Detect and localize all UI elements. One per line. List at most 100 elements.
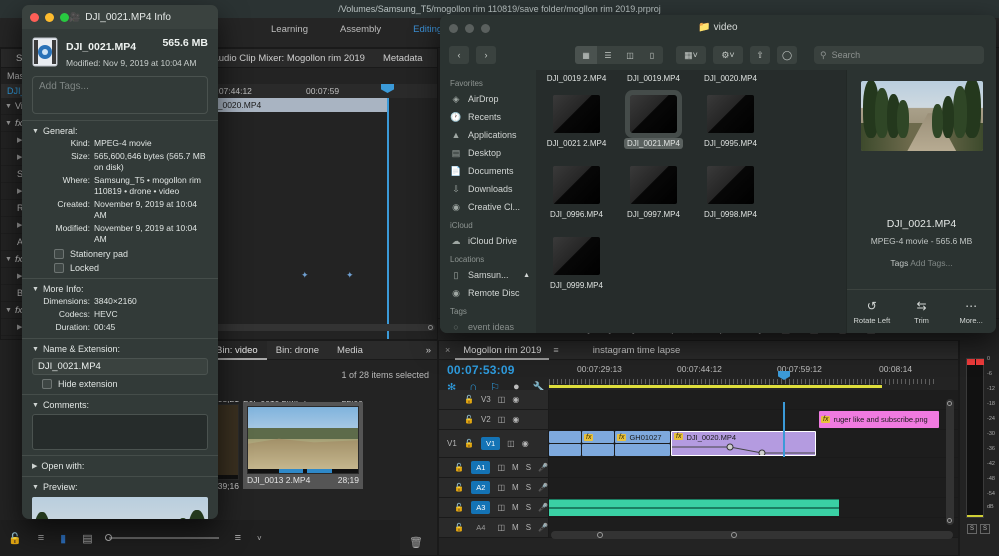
microphone-icon[interactable]: 🎤 bbox=[538, 503, 548, 512]
sync-lock-icon[interactable]: ◫ bbox=[497, 523, 505, 532]
file-thumbnail[interactable] bbox=[553, 95, 600, 133]
file-item[interactable]: DJI_0999.MP4 bbox=[538, 237, 615, 293]
disclosure-triangle-icon[interactable]: ▼ bbox=[32, 484, 39, 491]
sidebar-item-downloads[interactable]: ⇩Downloads bbox=[440, 180, 536, 198]
sidebar-item-documents[interactable]: 📄Documents bbox=[440, 162, 536, 180]
sidebar-item-event-ideas[interactable]: ○event ideas bbox=[440, 318, 536, 333]
file-thumbnail[interactable] bbox=[707, 166, 754, 204]
list-view-button[interactable]: ☰ bbox=[597, 46, 619, 64]
work-area-bar[interactable] bbox=[549, 385, 882, 388]
file-thumbnail[interactable] bbox=[553, 237, 600, 275]
info-comments-header[interactable]: ▼ Comments: bbox=[32, 400, 208, 410]
timeline-ruler[interactable]: 00:07:29:13 00:07:44:12 00:07:59:12 00:0… bbox=[549, 362, 911, 390]
lock-icon[interactable]: 🔓 bbox=[454, 463, 464, 472]
eye-icon[interactable]: ◉ bbox=[522, 439, 529, 448]
gallery-view-button[interactable]: ▯ bbox=[641, 46, 663, 64]
trim-button[interactable]: ⇆ Trim bbox=[897, 290, 947, 333]
lock-icon[interactable]: 🔓 bbox=[464, 439, 474, 448]
timeline-clip-audio-part[interactable] bbox=[582, 444, 614, 456]
timeline-playhead-timecode[interactable]: 00:07:53:09 bbox=[447, 363, 515, 377]
timeline-playhead[interactable] bbox=[783, 402, 785, 457]
timeline-clip[interactable] bbox=[549, 431, 581, 443]
microphone-icon[interactable]: 🎤 bbox=[538, 523, 548, 532]
sidebar-item-samsung[interactable]: ▯Samsun...▲ bbox=[440, 266, 536, 284]
track-target-toggle[interactable]: A2 bbox=[471, 481, 490, 494]
info-name-ext-header[interactable]: ▼ Name & Extension: bbox=[32, 344, 208, 354]
meter-solo-left[interactable]: S bbox=[967, 524, 977, 534]
sidebar-item-airdrop[interactable]: ◈AirDrop bbox=[440, 90, 536, 108]
chevron-down-icon[interactable]: ˅ bbox=[257, 534, 262, 543]
window-controls[interactable] bbox=[449, 24, 490, 33]
meter-solo-right[interactable]: S bbox=[980, 524, 990, 534]
mute-button[interactable]: M bbox=[512, 463, 519, 472]
view-mode-segmented[interactable]: ▦ ☰ ◫ ▯ bbox=[575, 46, 663, 64]
audio-meter-bars[interactable] bbox=[966, 358, 984, 518]
track-a2-body[interactable] bbox=[549, 478, 958, 497]
ec-horizontal-scrollbar[interactable] bbox=[203, 324, 435, 331]
sidebar-item-remote-disc[interactable]: ◉Remote Disc bbox=[440, 284, 536, 302]
track-v1[interactable]: V1 🔓 V1 ◫ ◉ fx fx GH01027 bbox=[439, 430, 958, 458]
workspace-assembly[interactable]: Assembly bbox=[324, 24, 397, 35]
info-more-info-header[interactable]: ▼ More Info: bbox=[32, 284, 208, 294]
bin-grid[interactable]: DJI_0009.MP4 1;08;21 DJI_0012.MP4 39;16 bbox=[201, 401, 437, 521]
tab-sequence-instagram[interactable]: instagram time lapse bbox=[585, 341, 689, 360]
back-button[interactable]: ‹ bbox=[449, 46, 469, 64]
file-item[interactable]: DJI_0997.MP4 bbox=[615, 166, 692, 222]
mute-button[interactable]: M bbox=[512, 523, 519, 532]
thumbnail-icon[interactable]: ▮ bbox=[60, 532, 66, 545]
file-thumbnail[interactable] bbox=[553, 166, 600, 204]
sidebar-item-recents[interactable]: 🕐Recents bbox=[440, 108, 536, 126]
rotate-left-button[interactable]: ↺ Rotate Left bbox=[847, 290, 897, 333]
sidebar-item-applications[interactable]: ▲Applications bbox=[440, 126, 536, 144]
lock-icon[interactable]: 🔓 bbox=[454, 483, 464, 492]
track-a2[interactable]: 🔓 A2 ◫ M S 🎤 bbox=[439, 478, 958, 498]
effect-controls-timecode-ruler[interactable]: 00:07:44:12 00:07:59 bbox=[201, 84, 437, 98]
eye-icon[interactable]: ◉ bbox=[512, 395, 519, 404]
track-a1[interactable]: 🔓 A1 ◫ M S 🎤 bbox=[439, 458, 958, 478]
file-item[interactable]: DJI_0995.MP4 bbox=[692, 95, 769, 151]
sidebar-item-icloud-drive[interactable]: ☁iCloud Drive bbox=[440, 232, 536, 250]
window-controls[interactable] bbox=[30, 13, 69, 22]
sort-icon[interactable]: ≡ bbox=[235, 532, 241, 544]
microphone-icon[interactable]: 🎤 bbox=[538, 483, 548, 492]
microphone-icon[interactable]: 🎤 bbox=[538, 463, 548, 472]
workspace-learning[interactable]: Learning bbox=[255, 24, 324, 35]
sync-lock-icon[interactable]: ◫ bbox=[498, 415, 506, 424]
file-item[interactable]: DJI_0020.MP4 bbox=[692, 70, 769, 86]
bin-item-thumbnail[interactable] bbox=[247, 406, 359, 474]
eye-icon[interactable]: ◉ bbox=[512, 415, 519, 424]
solo-button[interactable]: S bbox=[526, 483, 531, 492]
info-preview-header[interactable]: ▼ Preview: bbox=[32, 482, 208, 492]
info-section-open-with[interactable]: ▶ Open with: bbox=[22, 455, 218, 476]
lock-icon[interactable]: 🔓 bbox=[464, 395, 474, 404]
forward-button[interactable]: › bbox=[476, 46, 496, 64]
track-v2-body[interactable]: fx ruger like and subscribe.png bbox=[549, 410, 958, 429]
timeline-audio-clip[interactable] bbox=[549, 499, 839, 516]
hide-extension-checkbox[interactable]: Hide extension bbox=[32, 379, 208, 389]
close-icon[interactable]: × bbox=[445, 345, 450, 355]
comments-textarea[interactable] bbox=[32, 414, 208, 450]
track-target-toggle[interactable]: V1 bbox=[481, 437, 500, 450]
tab-metadata[interactable]: Metadata bbox=[374, 49, 432, 68]
tag-icon[interactable]: ◯ bbox=[777, 46, 797, 64]
finder-sidebar[interactable]: Favorites ◈AirDrop 🕐Recents ▲Application… bbox=[440, 70, 536, 333]
track-target-toggle[interactable]: A1 bbox=[471, 461, 490, 474]
track-target-toggle[interactable]: A3 bbox=[471, 501, 490, 514]
file-thumbnail[interactable] bbox=[707, 95, 754, 133]
disclosure-triangle-icon[interactable]: ▼ bbox=[32, 128, 39, 135]
finder-window[interactable]: 📁 video ‹ › ▦ ☰ ◫ ▯ ▦˅ ⚙˅ ⇧ ◯ ⚲ Search bbox=[440, 15, 996, 333]
bin-item-selected[interactable]: DJI_0013 2.MP4 28;19 bbox=[243, 402, 363, 489]
timeline-clip-gh01027[interactable]: fx GH01027 bbox=[615, 431, 670, 443]
track-v1-body[interactable]: fx fx GH01027 fx DJI_0020.MP4 bbox=[549, 430, 958, 457]
track-v3-body[interactable] bbox=[549, 390, 958, 409]
file-item[interactable]: DJI_0998.MP4 bbox=[692, 166, 769, 222]
timeline-clip-dji0020[interactable]: fx DJI_0020.MP4 bbox=[671, 431, 816, 456]
track-a3-body[interactable] bbox=[549, 498, 958, 517]
finder-file-grid[interactable]: DJI_0019 2.MP4 DJI_0019.MP4 DJI_0020.MP4… bbox=[536, 70, 846, 333]
disclosure-triangle-icon[interactable]: ▶ bbox=[32, 462, 37, 470]
ec-clip-bar-name[interactable]: DJI_0020.MP4 bbox=[201, 98, 387, 112]
lock-icon[interactable]: 🔓 bbox=[8, 532, 22, 545]
zoom-slider[interactable] bbox=[109, 537, 219, 539]
file-thumbnail[interactable] bbox=[630, 95, 677, 133]
filename-input[interactable]: DJI_0021.MP4 bbox=[32, 358, 208, 375]
